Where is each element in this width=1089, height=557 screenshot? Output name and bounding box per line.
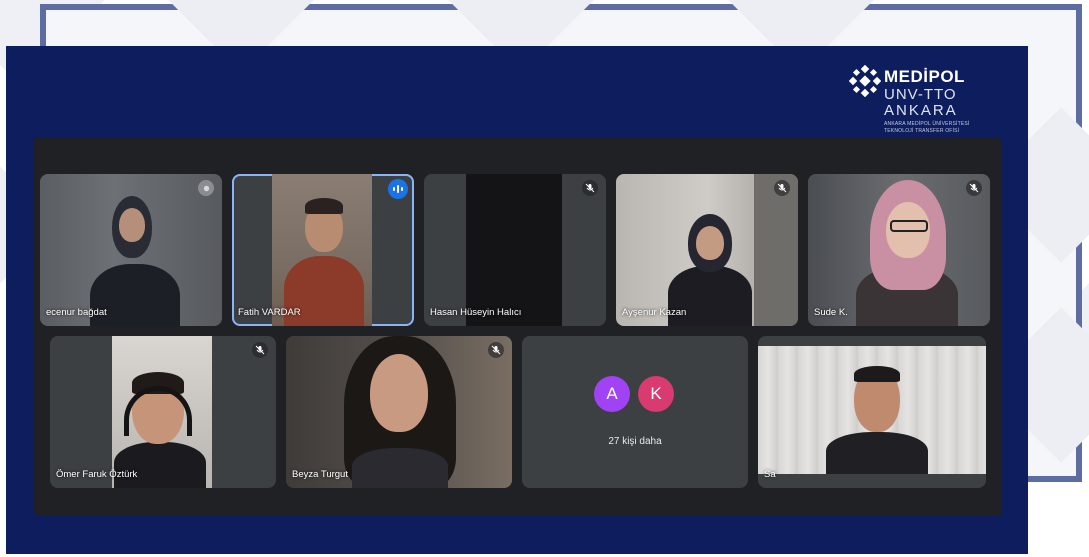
participant-name: Fatih VARDAR (238, 307, 301, 318)
participant-video (286, 336, 512, 488)
participant-name: ecenur bağdat (46, 307, 107, 318)
participant-tile[interactable]: Hasan Hüseyin Halıcı (424, 174, 606, 326)
participant-video (758, 346, 986, 474)
logo-university: ANKARA MEDİPOL ÜNİVERSİTESİ (884, 121, 970, 127)
logo-office: TEKNOLOJİ TRANSFER OFİSİ (884, 128, 960, 134)
mic-off-icon[interactable] (966, 180, 982, 196)
meeting-grid: ecenur bağdat Fatih VARDAR Hasan Hüseyin… (34, 138, 1002, 516)
logo-brand: MEDİPOL (884, 67, 965, 86)
mic-off-icon[interactable] (252, 342, 268, 358)
logo-unit: UNV-TTO (884, 86, 957, 103)
participant-video (112, 336, 212, 488)
participant-tile[interactable]: Beyza Turgut (286, 336, 512, 488)
more-participants-tile[interactable]: A K 27 kişi daha (522, 336, 748, 488)
participant-tile[interactable]: Ömer Faruk Öztürk (50, 336, 276, 488)
participant-name: Sude K. (814, 307, 848, 318)
participant-tile[interactable]: Sude K. (808, 174, 990, 326)
speaking-icon (388, 179, 408, 199)
mic-off-icon[interactable] (488, 342, 504, 358)
mic-off-icon[interactable] (774, 180, 790, 196)
slide: MEDİPOL UNV-TTO ANKARA ANKARA MEDİPOL ÜN… (0, 0, 1089, 557)
participant-video (40, 174, 222, 326)
participant-video (272, 174, 372, 326)
avatar: K (638, 376, 674, 412)
logo-city: ANKARA (884, 102, 958, 119)
slide-panel: MEDİPOL UNV-TTO ANKARA ANKARA MEDİPOL ÜN… (6, 46, 1028, 554)
participant-name: Ömer Faruk Öztürk (56, 469, 138, 480)
mic-off-icon[interactable] (198, 180, 214, 196)
avatar: A (594, 376, 630, 412)
participant-video (466, 174, 562, 326)
participant-tile[interactable]: Ayşenur Kazan (616, 174, 798, 326)
participant-tile-active[interactable]: Fatih VARDAR (232, 174, 414, 326)
medipol-logo-icon (849, 65, 881, 97)
more-participants-count: 27 kişi daha (608, 436, 662, 447)
participant-video (808, 174, 990, 326)
participant-video (616, 174, 798, 326)
participant-name: Sa (764, 469, 776, 480)
participant-tile[interactable]: Sa (758, 336, 986, 488)
medipol-logo: MEDİPOL UNV-TTO ANKARA ANKARA MEDİPOL ÜN… (849, 63, 1009, 143)
participant-name: Beyza Turgut (292, 469, 348, 480)
participant-tile[interactable]: ecenur bağdat (40, 174, 222, 326)
participant-name: Hasan Hüseyin Halıcı (430, 307, 522, 318)
mic-off-icon[interactable] (582, 180, 598, 196)
participant-name: Ayşenur Kazan (622, 307, 687, 318)
